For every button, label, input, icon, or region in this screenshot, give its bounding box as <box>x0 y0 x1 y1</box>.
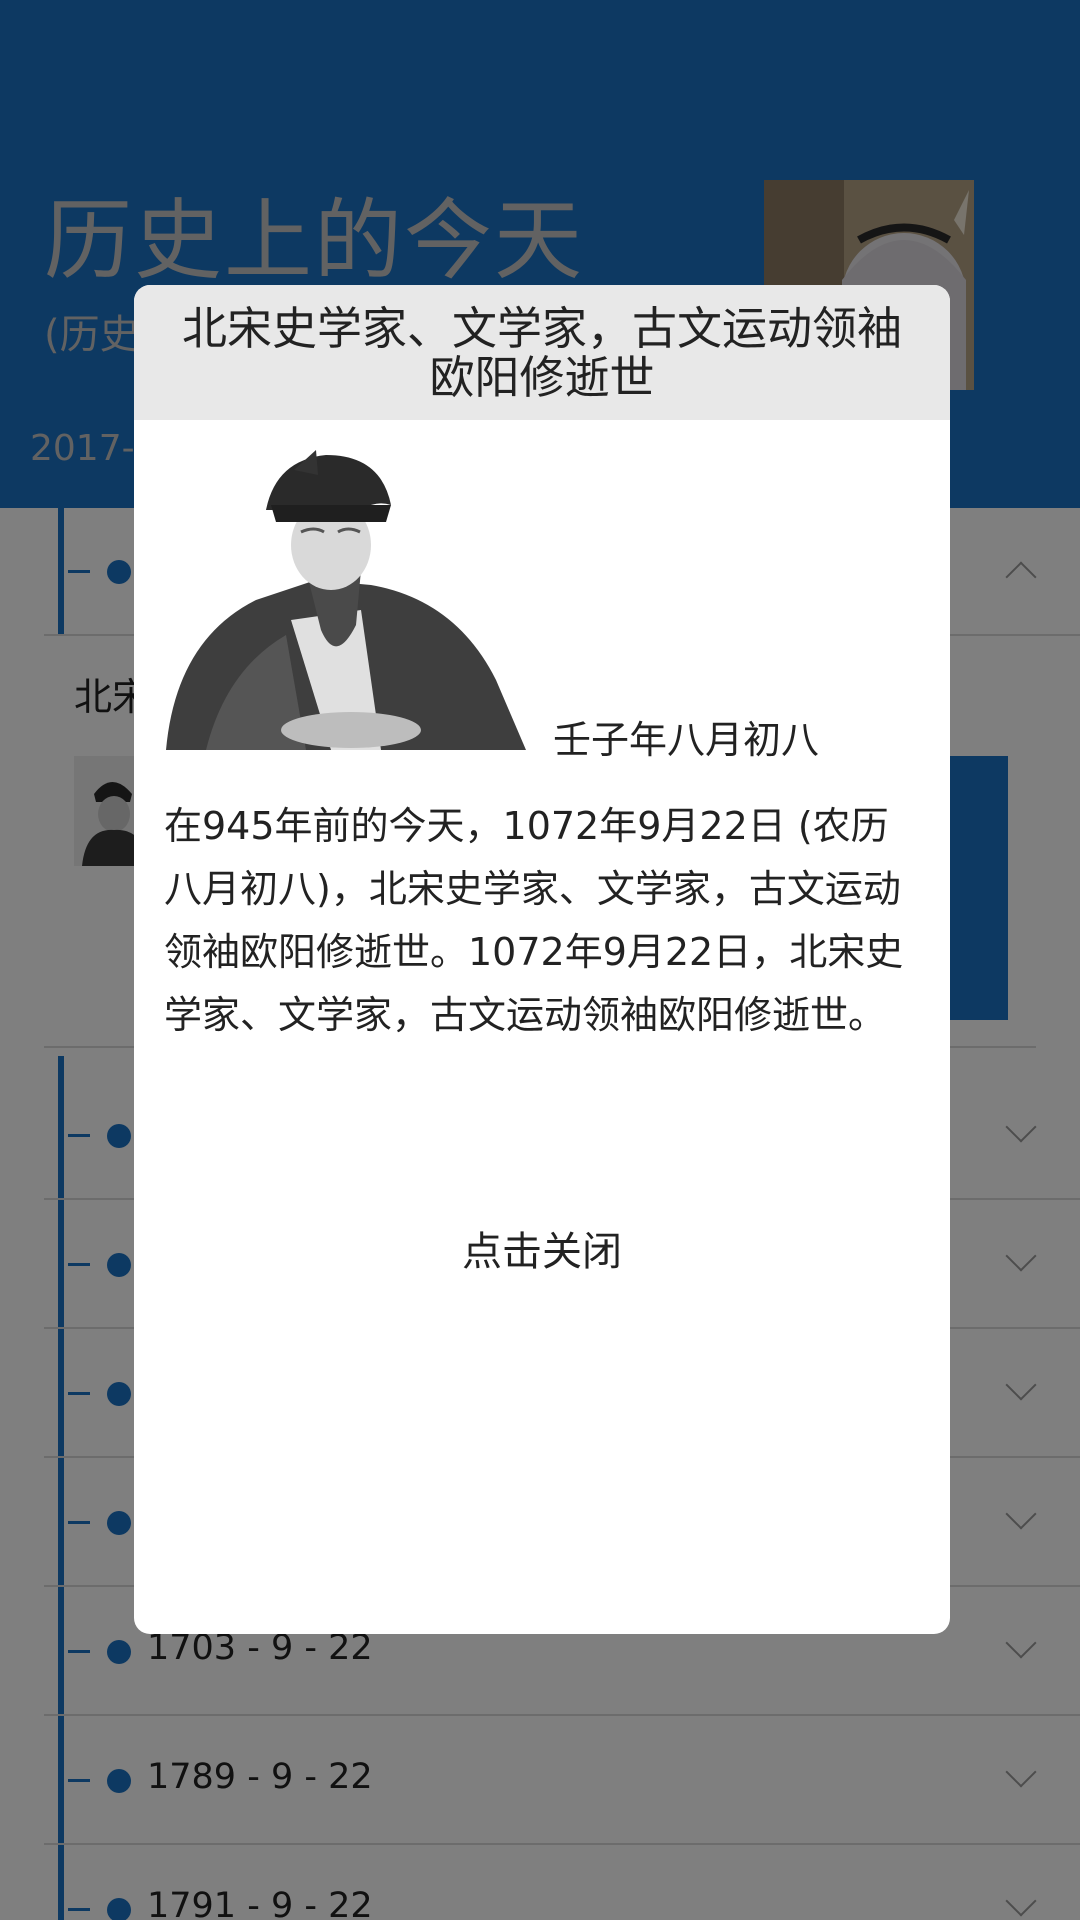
lunar-date: 壬子年八月初八 <box>553 718 820 762</box>
dialog-header: 北宋史学家、文学家，古文运动领袖欧阳修逝世 <box>134 285 950 420</box>
dialog-body-text: 在945年前的今天，1072年9月22日 (农历八月初八)，北宋史学家、文学家，… <box>164 804 904 1037</box>
close-dialog-button[interactable]: 点击关闭 <box>134 1219 950 1277</box>
portrait-image <box>166 450 536 750</box>
dialog-title: 北宋史学家、文学家，古文运动领袖欧阳修逝世 <box>181 301 902 404</box>
event-detail-dialog: 北宋史学家、文学家，古文运动领袖欧阳修逝世 壬子年八月初八 在945年前的今天，… <box>134 285 950 1634</box>
